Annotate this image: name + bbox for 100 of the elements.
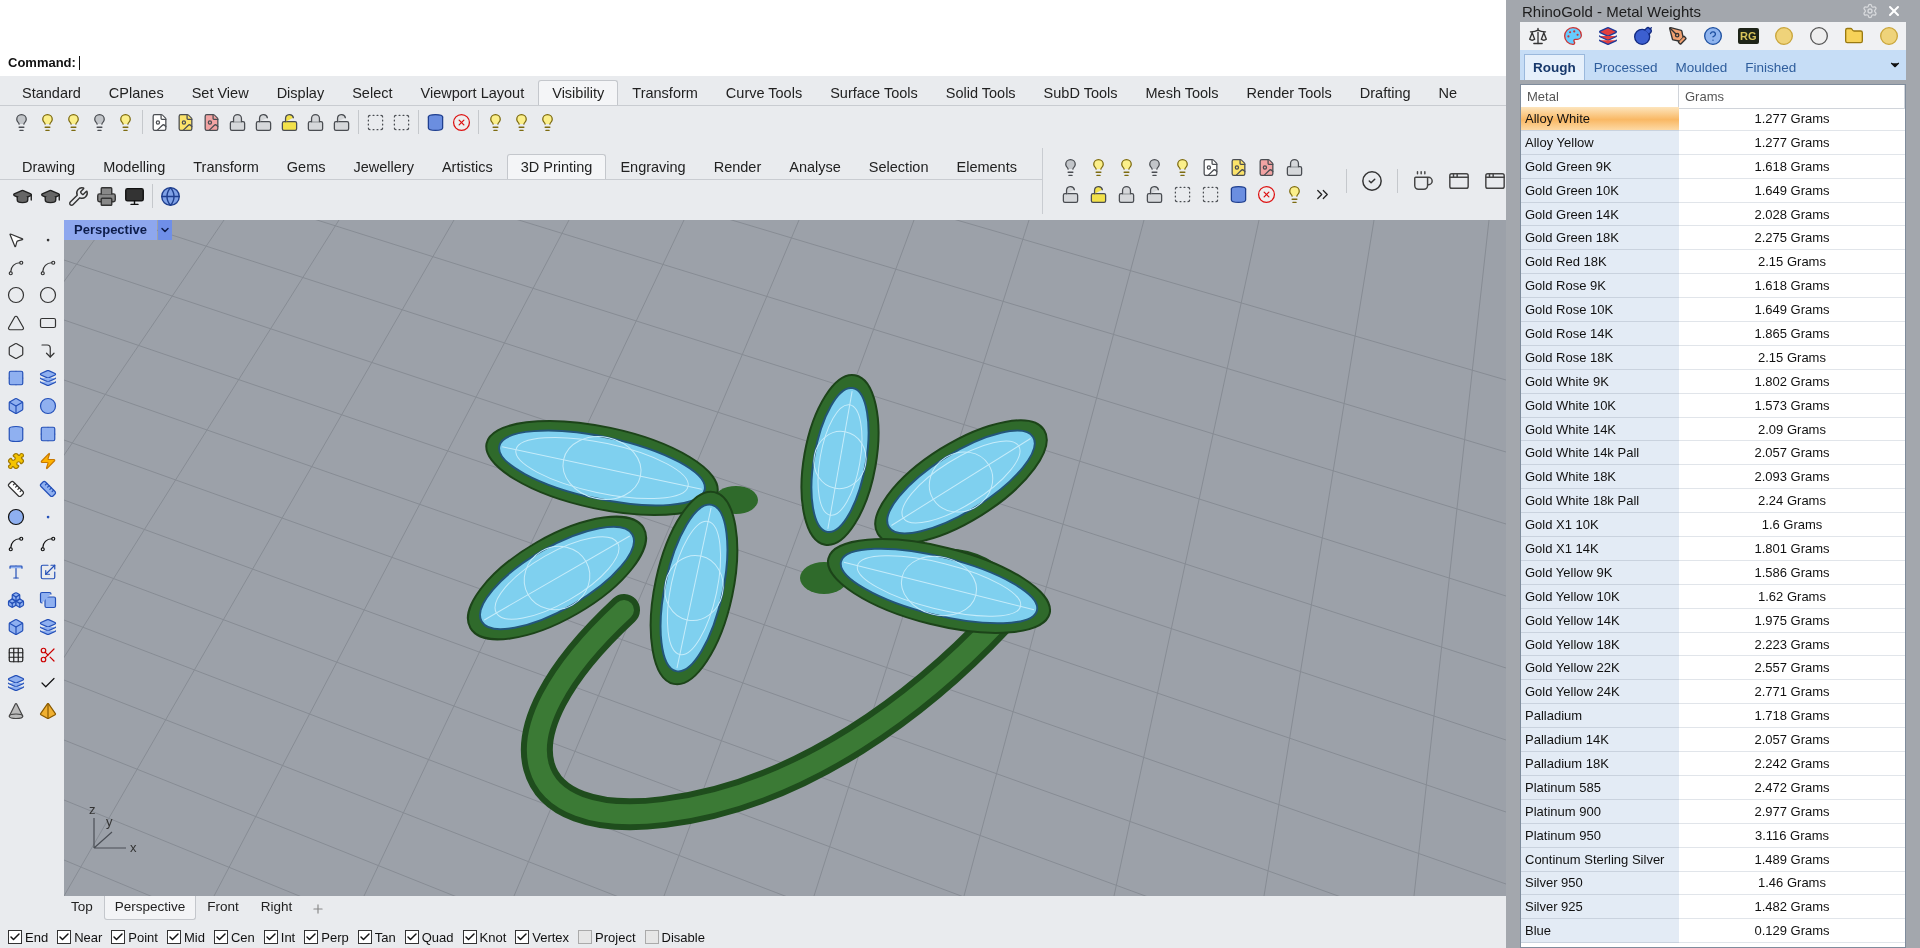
table-cell[interactable]: Gold Rose 14K <box>1521 322 1679 346</box>
table-cell[interactable]: Silver 950 <box>1521 871 1679 896</box>
toolbar-tab[interactable]: Select <box>338 80 407 105</box>
pyramid-icon[interactable] <box>39 701 57 720</box>
table-cell[interactable]: Blue <box>1521 919 1679 944</box>
checkbox[interactable] <box>57 930 72 944</box>
checkbox[interactable] <box>644 930 659 944</box>
checkbox[interactable] <box>304 930 319 944</box>
table-cell[interactable]: Gold Rose 10K <box>1521 298 1679 322</box>
table-cell[interactable]: Gold Rose 9K <box>1521 274 1679 299</box>
toolbar-tab[interactable]: Artistics <box>427 154 507 179</box>
logo[interactable]: RG <box>1738 28 1759 44</box>
sphere-icon[interactable] <box>39 396 57 415</box>
toolbar-tab[interactable]: Set View <box>177 80 263 105</box>
burst-icon[interactable] <box>39 452 57 471</box>
table-cell[interactable]: Gold Rose 18K <box>1521 345 1679 370</box>
toolbar-tab[interactable]: Visibility <box>538 80 619 105</box>
window-icon[interactable] <box>1484 170 1506 192</box>
window-icon[interactable] <box>1448 170 1470 192</box>
table-cell[interactable]: Gold Yellow 10K <box>1521 584 1679 609</box>
ruler-icon[interactable] <box>39 480 57 499</box>
toolbar-tab[interactable]: Analyse <box>775 154 855 179</box>
open-padlock-icon[interactable] <box>1061 185 1080 204</box>
table-cell[interactable]: Gold Yellow 24K <box>1521 680 1679 705</box>
viewport-title[interactable]: Perspective <box>64 220 157 240</box>
table-cell[interactable]: Gold Yellow 22K <box>1521 656 1679 681</box>
dashed-square-icon[interactable] <box>1173 185 1192 204</box>
circle-icon[interactable] <box>7 286 25 305</box>
table-cell[interactable]: Alloy White <box>1521 107 1679 131</box>
open-padlock-icon[interactable] <box>332 112 351 132</box>
ellipse-icon[interactable] <box>39 286 57 305</box>
toolbar-tab[interactable]: Render <box>699 154 776 179</box>
help-icon[interactable] <box>1703 26 1723 46</box>
table-cell[interactable]: Gold Green 10K <box>1521 178 1679 203</box>
toolbar-tab[interactable]: Viewport Layout <box>406 80 539 105</box>
padlock-icon[interactable] <box>306 112 325 132</box>
table-cell[interactable]: Palladium 14K <box>1521 728 1679 753</box>
panel-tab[interactable]: Processed <box>1584 54 1667 80</box>
cylinder-icon[interactable] <box>1229 185 1248 204</box>
table-cell[interactable]: Gold Green 18K <box>1521 226 1679 251</box>
table-cell[interactable]: Gold Green 14K <box>1521 202 1679 227</box>
toolbar-tab[interactable]: Ne <box>1424 80 1472 105</box>
copy-icon[interactable] <box>39 590 57 609</box>
checkbox[interactable] <box>357 930 372 944</box>
image-document-icon[interactable] <box>1229 158 1248 177</box>
dashed-square-icon[interactable] <box>392 112 411 132</box>
scale-icon[interactable] <box>39 563 57 582</box>
checkbox[interactable] <box>111 930 126 944</box>
toolbar-tab[interactable]: Render Tools <box>1232 80 1346 105</box>
column-header[interactable]: Grams <box>1679 85 1905 109</box>
dashed-square-icon[interactable] <box>366 112 385 132</box>
crossed-circle-icon[interactable] <box>1257 185 1276 204</box>
layers-icon[interactable] <box>39 618 57 637</box>
dashed-square-icon[interactable] <box>1201 185 1220 204</box>
cube-icon[interactable] <box>7 618 25 637</box>
pen-icon[interactable] <box>1668 26 1688 46</box>
checkbox[interactable] <box>213 930 228 944</box>
cylinder-icon[interactable] <box>426 112 445 132</box>
table-cell[interactable]: Gold Green 9K <box>1521 154 1679 179</box>
cube-icon[interactable] <box>7 396 25 415</box>
polyline-icon[interactable] <box>7 258 25 277</box>
table-cell[interactable]: Gold White 10K <box>1521 393 1679 418</box>
bomb-icon[interactable] <box>1633 26 1653 46</box>
padlock-icon[interactable] <box>1117 185 1136 204</box>
open-padlock-icon[interactable] <box>280 112 299 132</box>
cone-icon[interactable] <box>7 701 25 720</box>
layers-icon[interactable] <box>1598 26 1618 46</box>
wrench-icon[interactable] <box>68 185 89 207</box>
table-cell[interactable]: Gold Yellow 14K <box>1521 608 1679 633</box>
crossed-circle-icon[interactable] <box>452 112 471 132</box>
toolbar-tab[interactable]: Drafting <box>1345 80 1425 105</box>
table-cell[interactable]: Gold Yellow 18K <box>1521 632 1679 657</box>
checkbox[interactable] <box>404 930 419 944</box>
toolbar-tab[interactable]: Elements <box>942 154 1031 179</box>
checkbox[interactable] <box>166 930 181 944</box>
table-cell[interactable]: Gold X1 14K <box>1521 537 1679 561</box>
image-document-icon[interactable] <box>1257 158 1276 177</box>
folder-icon[interactable] <box>1843 26 1864 46</box>
table-cell[interactable]: Gold White 18K <box>1521 465 1679 490</box>
table-cell[interactable]: Gold White 9K <box>1521 369 1679 394</box>
checkbox[interactable] <box>263 930 278 944</box>
table-cell[interactable]: Continum Sterling Silver <box>1521 847 1679 872</box>
viewport-tab[interactable]: Top <box>60 896 104 920</box>
toolbar-tab[interactable]: Solid Tools <box>931 80 1030 105</box>
toolbar-tab[interactable]: Selection <box>854 154 943 179</box>
table-cell[interactable]: Gold Red 18K <box>1521 250 1679 275</box>
grid-icon[interactable] <box>7 646 25 665</box>
toolbar-tab[interactable]: SubD Tools <box>1029 80 1132 105</box>
toolbar-tab[interactable]: Curve Tools <box>711 80 817 105</box>
panel-tab[interactable]: Finished <box>1736 54 1806 80</box>
table-cell[interactable]: Palladium 18K <box>1521 752 1679 776</box>
table-cell[interactable]: Gold Yellow 9K <box>1521 560 1679 585</box>
pointer-icon[interactable] <box>7 230 25 249</box>
image-document-icon[interactable] <box>150 112 169 132</box>
toolbar-tab[interactable]: Mesh Tools <box>1131 80 1233 105</box>
toolbar-tab[interactable]: Display <box>262 80 339 105</box>
toolbar-tab[interactable]: Drawing <box>8 154 90 179</box>
open-padlock-icon[interactable] <box>1089 185 1108 204</box>
checkbox[interactable] <box>578 930 593 944</box>
toolbar-tab[interactable]: Modelling <box>89 154 180 179</box>
